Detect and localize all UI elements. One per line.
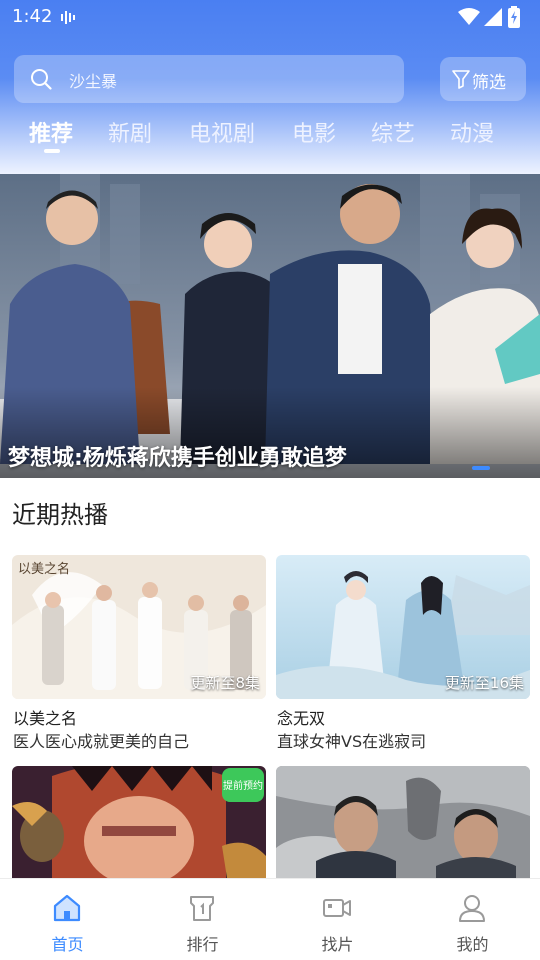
tab-anime[interactable]: 动漫 — [450, 116, 494, 148]
nav-label: 找片 — [321, 935, 354, 954]
poster-image: 提前预约 — [12, 766, 266, 878]
card-subtitle: 直球女神VS在逃寂司 — [277, 732, 427, 751]
nav-label: 排行 — [186, 935, 219, 954]
episode-badge: 更新至8集 — [190, 674, 260, 692]
poster-title-text: 以美之名 — [18, 561, 70, 577]
category-tabs: 推荐 新剧 电视剧 电影 综艺 动漫 — [0, 114, 540, 158]
search-query: 沙尘暴 — [69, 72, 118, 91]
status-bar: 1:42 — [0, 0, 540, 34]
profile-icon — [459, 895, 485, 922]
section-title: 近期热播 — [12, 501, 108, 529]
video-card[interactable] — [276, 766, 530, 878]
video-card[interactable]: 更新至16集 念无双 直球女神VS在逃寂司 — [276, 555, 530, 755]
status-time: 1:42 — [12, 6, 53, 27]
bottom-navigation: 首页 排行 找片 我的 — [0, 878, 540, 960]
poster-badge-text: 提前预约 — [223, 779, 263, 792]
search-icon — [31, 69, 52, 90]
header: 1:42 沙尘暴 筛选 推荐 新剧 电视剧 电影 综艺 动漫 — [0, 0, 540, 174]
card-poster: 提前预约 — [12, 766, 266, 878]
episode-badge: 更新至16集 — [444, 674, 524, 692]
nav-label: 我的 — [456, 935, 489, 954]
nav-profile[interactable]: 我的 — [405, 879, 540, 960]
tab-recommend[interactable]: 推荐 — [29, 116, 73, 148]
signal-icon — [484, 8, 502, 26]
banner-image — [0, 174, 540, 478]
tab-new-drama[interactable]: 新剧 — [108, 116, 152, 148]
carousel-indicator — [472, 466, 490, 470]
filter-icon — [452, 70, 470, 89]
tab-variety[interactable]: 综艺 — [371, 116, 415, 148]
status-icons — [458, 6, 528, 28]
banner[interactable]: 梦想城:杨烁蒋欣携手创业勇敢追梦 — [0, 174, 540, 478]
nav-find-video[interactable]: 找片 — [270, 879, 405, 960]
card-poster: 更新至16集 — [276, 555, 530, 699]
nav-label: 首页 — [51, 935, 84, 954]
card-title: 以美之名 — [13, 709, 78, 728]
carousel-dot-active — [472, 466, 490, 470]
battery-icon — [508, 6, 520, 28]
card-title: 念无双 — [277, 709, 326, 728]
tab-movie[interactable]: 电影 — [292, 116, 336, 148]
video-card[interactable]: 提前预约 — [12, 766, 266, 878]
video-card[interactable]: 以美之名 更新至8集 以美之名 医人医心成就更美的自己 — [12, 555, 266, 755]
search-bar[interactable]: 沙尘暴 — [14, 55, 404, 103]
home-icon — [53, 894, 81, 922]
tab-tv-series[interactable]: 电视剧 — [189, 116, 255, 148]
poster-image — [276, 766, 530, 878]
card-poster: 以美之名 更新至8集 — [12, 555, 266, 699]
filter-label: 筛选 — [472, 73, 506, 93]
card-subtitle: 医人医心成就更美的自己 — [13, 732, 190, 751]
banner-caption: 梦想城:杨烁蒋欣携手创业勇敢追梦 — [8, 446, 347, 471]
filter-button[interactable]: 筛选 — [440, 57, 526, 101]
nav-ranking[interactable]: 排行 — [135, 879, 270, 960]
ranking-icon — [190, 896, 214, 921]
tab-indicator — [44, 149, 60, 153]
wifi-icon — [458, 8, 480, 25]
card-poster — [276, 766, 530, 878]
video-camera-icon — [323, 899, 351, 917]
audio-bars-icon — [61, 11, 75, 24]
nav-home[interactable]: 首页 — [0, 879, 135, 960]
